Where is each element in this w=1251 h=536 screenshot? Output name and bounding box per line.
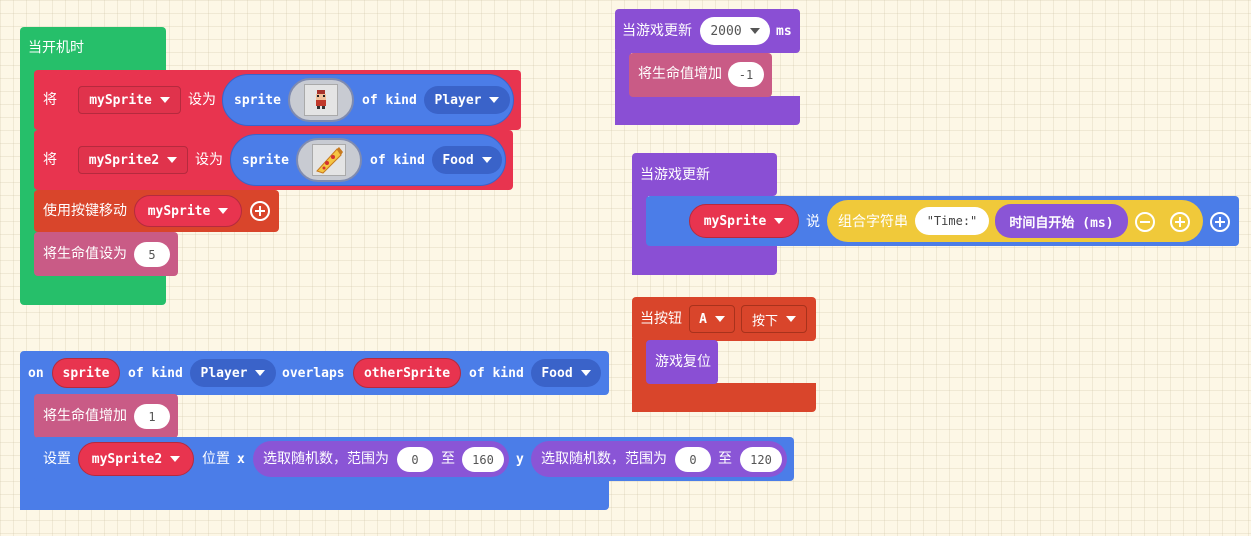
life-change-input[interactable]: 1: [134, 404, 170, 429]
action-dropdown[interactable]: 按下: [741, 305, 807, 333]
var-name: mySprite: [703, 213, 767, 229]
chevron-down-icon: [481, 157, 492, 163]
kind-dropdown-food[interactable]: Food: [432, 146, 502, 174]
var-dropdown-mysprite2[interactable]: mySprite2: [78, 442, 194, 476]
kind-dropdown-food[interactable]: Food: [531, 359, 601, 387]
other-sprite-var-pill[interactable]: otherSprite: [353, 358, 461, 388]
life-change-input[interactable]: -1: [728, 62, 764, 87]
random-max-x-input[interactable]: 160: [462, 447, 504, 472]
chevron-down-icon: [218, 208, 229, 214]
set-label: 将: [43, 92, 57, 108]
random-max-y-input[interactable]: 120: [740, 447, 782, 472]
random-min-y-input[interactable]: 0: [675, 447, 711, 472]
chevron-down-icon: [167, 157, 178, 163]
change-life-label: 将生命值增加: [638, 66, 722, 82]
overlaps-label: overlaps: [282, 366, 345, 381]
kind-name: Food: [541, 365, 573, 381]
to-label: 设为: [188, 92, 216, 108]
chevron-down-icon: [749, 28, 760, 34]
var-dropdown-mysprite[interactable]: mySprite: [78, 86, 181, 114]
chevron-down-icon: [580, 370, 591, 376]
time-since-start-label: 时间自开始 (ms): [1009, 215, 1114, 231]
on-start-label: 当开机时: [28, 40, 84, 56]
of-kind-label: of kind: [469, 366, 524, 381]
life-value-input[interactable]: 5: [134, 242, 170, 267]
set-label: 设置: [43, 451, 71, 467]
of-kind-label: of kind: [362, 93, 417, 108]
button-name: A: [699, 311, 707, 327]
minus-icon[interactable]: [1135, 212, 1155, 232]
interval-dropdown[interactable]: 2000: [700, 17, 770, 45]
var-name: otherSprite: [363, 365, 451, 381]
set-label: 将: [43, 152, 57, 168]
sprite-label: sprite: [242, 153, 289, 168]
c-block-bottom: [615, 96, 800, 125]
position-label: 位置: [202, 451, 230, 467]
chevron-down-icon: [159, 97, 170, 103]
button-label: 当按钮: [640, 311, 682, 327]
reset-game-label: 游戏复位: [655, 354, 711, 370]
join-label: 组合字符串: [838, 214, 908, 230]
update-interval-label: 当游戏更新: [622, 23, 692, 39]
to-label: 至: [718, 451, 732, 467]
c-block-bottom: [632, 383, 816, 412]
var-dropdown-mysprite[interactable]: mySprite: [689, 204, 799, 238]
x-label: x: [237, 452, 245, 467]
time-since-start-block[interactable]: 时间自开始 (ms): [995, 204, 1128, 238]
kind-name: Food: [442, 152, 474, 168]
interval-value: 2000: [710, 23, 742, 39]
sprite-var-pill[interactable]: sprite: [52, 358, 120, 388]
chevron-down-icon: [714, 316, 725, 322]
button-dropdown[interactable]: A: [689, 305, 735, 333]
of-kind-label: of kind: [128, 366, 183, 381]
of-kind-label: of kind: [370, 153, 425, 168]
chevron-down-icon: [489, 97, 500, 103]
random-label: 选取随机数，范围为: [541, 451, 667, 467]
change-life-label: 将生命值增加: [43, 408, 127, 424]
action-name: 按下: [751, 313, 778, 329]
say-label: 说: [806, 214, 820, 230]
chevron-down-icon: [170, 456, 181, 462]
ms-label: ms: [776, 24, 792, 39]
pizza-sprite-icon[interactable]: [296, 138, 362, 182]
random-min-x-input[interactable]: 0: [397, 447, 433, 472]
set-life-label: 将生命值设为: [43, 246, 127, 262]
to-label: 设为: [195, 152, 223, 168]
kind-name: Player: [200, 365, 248, 381]
var-name: mySprite2: [88, 152, 160, 168]
c-block-bottom: [632, 245, 777, 275]
move-with-buttons-label: 使用按键移动: [43, 203, 127, 219]
expand-plus-icon[interactable]: [250, 201, 270, 221]
player-sprite-icon[interactable]: [288, 78, 354, 122]
kind-dropdown-player[interactable]: Player: [190, 359, 276, 387]
chevron-down-icon: [255, 370, 266, 376]
c-block-bottom: [20, 480, 609, 510]
var-name: mySprite: [147, 203, 211, 219]
chevron-down-icon: [786, 316, 796, 322]
random-label: 选取随机数，范围为: [263, 451, 389, 467]
expand-plus-icon[interactable]: [1210, 212, 1230, 232]
sprite-label: sprite: [234, 93, 281, 108]
plus-icon[interactable]: [1170, 212, 1190, 232]
var-name: mySprite: [89, 92, 152, 108]
kind-name: Player: [434, 92, 482, 108]
update-label: 当游戏更新: [640, 167, 710, 183]
kind-dropdown-player[interactable]: Player: [424, 86, 510, 114]
var-name: mySprite2: [91, 451, 163, 467]
chevron-down-icon: [774, 218, 785, 224]
on-label: on: [28, 366, 44, 381]
y-label: y: [516, 452, 524, 467]
var-dropdown-mysprite2[interactable]: mySprite2: [78, 146, 188, 174]
var-name: sprite: [62, 365, 110, 381]
time-string-input[interactable]: "Time:": [915, 207, 989, 235]
to-label: 至: [441, 451, 455, 467]
var-dropdown-mysprite[interactable]: mySprite: [134, 195, 242, 227]
